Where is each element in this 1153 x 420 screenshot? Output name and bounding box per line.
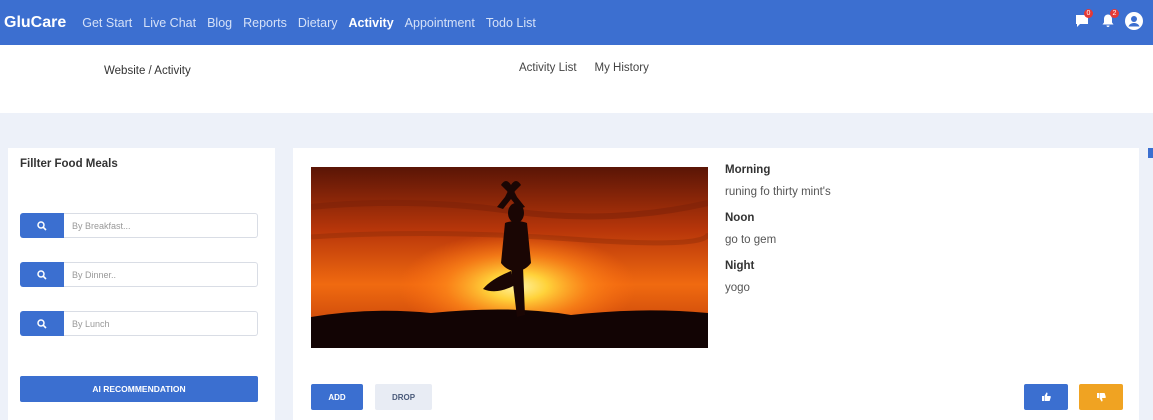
nav-link-live-chat[interactable]: Live Chat xyxy=(143,16,196,30)
user-icon[interactable] xyxy=(1123,10,1145,32)
breadcrumb: Website / Activity xyxy=(104,65,191,77)
nav-link-dietary[interactable]: Dietary xyxy=(298,16,338,30)
activity-info: Morning runing fo thirty mint's Noon go … xyxy=(725,164,831,308)
ai-recommendation-button[interactable]: AI RECOMMENDATION xyxy=(20,376,258,402)
dinner-search-input[interactable] xyxy=(64,262,258,287)
breakfast-search-button[interactable] xyxy=(20,213,64,238)
brand-logo[interactable]: GluCare xyxy=(4,14,66,32)
nav-link-appointment[interactable]: Appointment xyxy=(405,16,475,30)
tab-activity-list[interactable]: Activity List xyxy=(519,62,577,74)
chat-badge: 0 xyxy=(1084,9,1093,18)
chat-icon[interactable]: 0 xyxy=(1071,9,1093,32)
dislike-button[interactable] xyxy=(1079,384,1123,410)
filter-panel: Fillter Food Meals AI RECOMMENDATION xyxy=(8,148,275,420)
top-navbar: GluCare Get Start Live Chat Blog Reports… xyxy=(0,0,1153,45)
search-icon xyxy=(37,318,47,329)
thumbs-up-icon xyxy=(1042,392,1051,401)
subheader: Website / Activity Activity List My Hist… xyxy=(0,45,1153,113)
nav-link-activity[interactable]: Activity xyxy=(349,16,394,30)
nav-icons: 0 2 xyxy=(1067,9,1145,32)
breakfast-search-input[interactable] xyxy=(64,213,258,238)
search-icon xyxy=(37,220,47,231)
add-button[interactable]: ADD xyxy=(311,384,363,410)
yoga-sunset-image xyxy=(311,167,708,348)
filter-title: Fillter Food Meals xyxy=(20,158,118,170)
breakfast-search-row xyxy=(20,213,258,238)
noon-label: Noon xyxy=(725,212,755,224)
lunch-search-button[interactable] xyxy=(20,311,64,336)
subtabs: Activity List My History xyxy=(519,62,667,74)
nav-link-todo-list[interactable]: Todo List xyxy=(486,16,536,30)
lunch-search-input[interactable] xyxy=(64,311,258,336)
morning-value: runing fo thirty mint's xyxy=(725,186,831,198)
like-button[interactable] xyxy=(1024,384,1068,410)
search-icon xyxy=(37,269,47,280)
nav-link-reports[interactable]: Reports xyxy=(243,16,287,30)
nav-links: Get Start Live Chat Blog Reports Dietary… xyxy=(82,16,547,30)
nav-link-blog[interactable]: Blog xyxy=(207,16,232,30)
dinner-search-row xyxy=(20,262,258,287)
tab-my-history[interactable]: My History xyxy=(595,62,649,74)
activity-card: Morning runing fo thirty mint's Noon go … xyxy=(293,148,1139,420)
dinner-search-button[interactable] xyxy=(20,262,64,287)
morning-label: Morning xyxy=(725,164,771,176)
thumbs-down-icon xyxy=(1097,393,1106,402)
night-label: Night xyxy=(725,260,755,272)
nav-link-get-start[interactable]: Get Start xyxy=(82,16,132,30)
scrollbar-thumb[interactable] xyxy=(1148,148,1153,158)
drop-button[interactable]: DROP xyxy=(375,384,432,410)
night-value: yogo xyxy=(725,282,750,294)
noon-value: go to gem xyxy=(725,234,777,246)
bell-badge: 2 xyxy=(1110,9,1119,18)
lunch-search-row xyxy=(20,311,258,336)
bell-icon[interactable]: 2 xyxy=(1097,9,1119,32)
